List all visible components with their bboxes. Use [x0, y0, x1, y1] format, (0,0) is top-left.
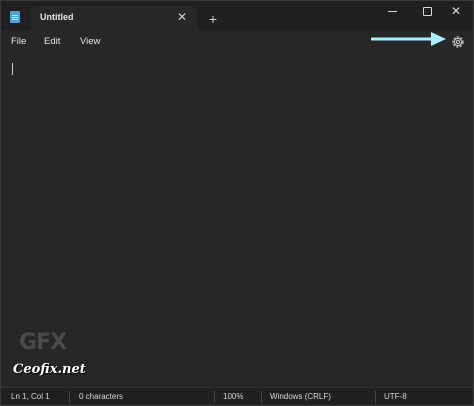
annotation-arrow [371, 32, 446, 46]
notepad-app-icon [10, 11, 20, 23]
close-icon: ✕ [450, 4, 462, 18]
watermark-logo: GFX [19, 330, 67, 355]
menu-view[interactable]: View [80, 36, 100, 47]
tab-close-icon[interactable]: ✕ [175, 10, 189, 24]
new-tab-plus-icon[interactable]: + [205, 11, 221, 27]
status-separator [261, 391, 262, 403]
watermark: GFX Ceofix.net [11, 330, 101, 380]
status-line-ending[interactable]: Windows (CRLF) [270, 392, 331, 401]
status-separator [375, 391, 376, 403]
menu-file[interactable]: File [11, 36, 26, 47]
status-cursor-position: Ln 1, Col 1 [11, 392, 50, 401]
menu-edit[interactable]: Edit [44, 36, 60, 47]
tab-title: Untitled [40, 12, 74, 22]
text-caret [12, 63, 13, 75]
title-bar: Untitled ✕ + ✕ [1, 1, 473, 30]
watermark-site: Ceofix.net [13, 362, 86, 377]
status-separator [69, 391, 70, 403]
status-encoding[interactable]: UTF-8 [384, 392, 407, 401]
status-bar: Ln 1, Col 1 0 characters 100% Windows (C… [1, 387, 473, 405]
settings-gear-icon[interactable] [450, 34, 466, 50]
notepad-window: Untitled ✕ + ✕ File Edit View GFX Ceofix… [0, 0, 474, 406]
minimize-icon [387, 10, 397, 12]
status-zoom[interactable]: 100% [223, 392, 243, 401]
maximize-icon [422, 6, 432, 16]
status-separator [214, 391, 215, 403]
minimize-button[interactable] [375, 1, 409, 21]
tab-untitled[interactable]: Untitled ✕ [31, 6, 197, 30]
close-window-button[interactable]: ✕ [439, 1, 473, 21]
status-character-count: 0 characters [79, 392, 124, 401]
